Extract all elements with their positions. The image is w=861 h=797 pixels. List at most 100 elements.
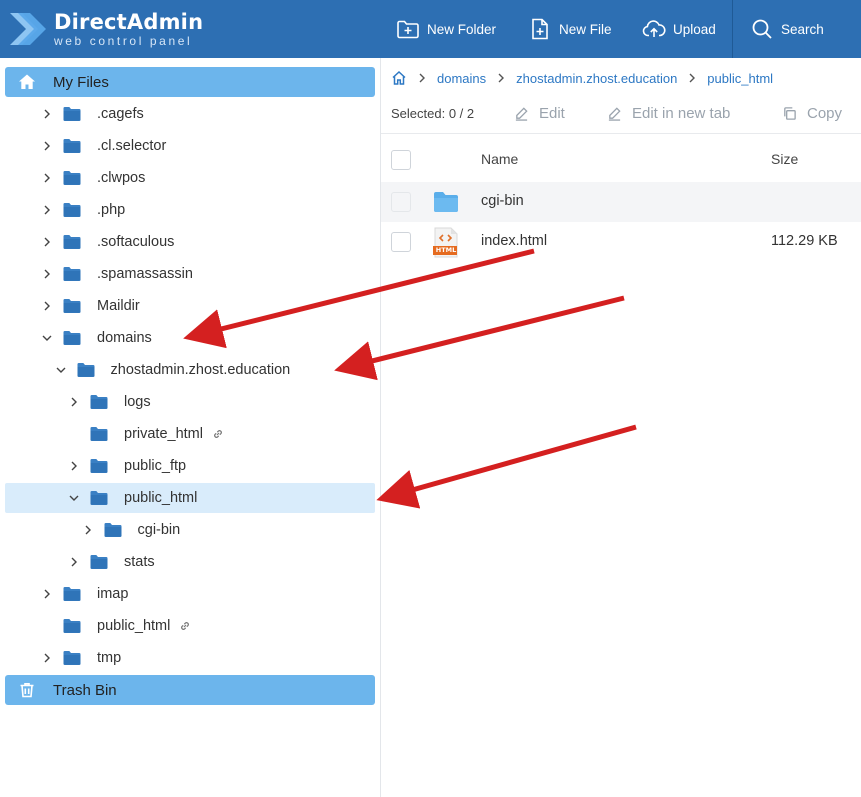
folder-icon <box>90 491 108 505</box>
new-folder-button[interactable]: New Folder <box>396 0 496 58</box>
chevron-right-icon[interactable] <box>41 652 53 664</box>
chevron-down-icon[interactable] <box>41 332 53 344</box>
chevron-right-icon[interactable] <box>41 108 53 120</box>
chevron-down-icon[interactable] <box>68 492 80 504</box>
chevron-right-icon[interactable] <box>68 556 80 568</box>
search-button[interactable]: Search <box>750 0 824 58</box>
breadcrumb-domains[interactable]: domains <box>437 71 486 86</box>
file-row-index-html[interactable]: HTML index.html 112.29 KB <box>381 222 861 262</box>
folder-icon <box>63 203 81 217</box>
trash-bin-item[interactable]: Trash Bin <box>5 675 375 705</box>
chevron-right-icon[interactable] <box>41 588 53 600</box>
breadcrumb-domain-name[interactable]: zhostadmin.zhost.education <box>516 71 677 86</box>
pencil-icon <box>608 107 621 121</box>
chevron-right-icon[interactable] <box>41 172 53 184</box>
file-size: 112.29 KB <box>771 233 838 249</box>
tree-item-label: .cl.selector <box>97 138 167 154</box>
folder-icon <box>63 139 81 153</box>
file-name[interactable]: index.html <box>481 233 547 249</box>
tree-item[interactable]: zhostadmin.zhost.education <box>5 355 375 385</box>
file-row-cgi-bin[interactable]: cgi-bin <box>381 182 861 222</box>
tree-item[interactable]: logs <box>5 387 375 417</box>
folder-icon <box>63 651 81 665</box>
edit-button[interactable]: Edit <box>514 105 565 122</box>
tree-item-label: public_html <box>124 490 198 506</box>
tree-item[interactable]: .cagefs <box>5 99 375 129</box>
folder-plus-icon <box>397 20 419 39</box>
tree-item-label: imap <box>97 586 129 602</box>
logo-chevron-icon <box>10 13 46 45</box>
column-header-size[interactable]: Size <box>771 144 798 174</box>
new-file-label: New File <box>559 21 612 37</box>
selection-count: Selected: 0 / 2 <box>391 106 475 121</box>
directadmin-logo[interactable]: DirectAdmin web control panel <box>8 7 208 51</box>
chevron-right-icon[interactable] <box>41 204 53 216</box>
row-checkbox[interactable] <box>391 232 411 252</box>
row-checkbox[interactable] <box>391 192 411 212</box>
tree-item[interactable]: public_html <box>5 483 375 513</box>
my-files-item[interactable]: My Files <box>5 67 375 97</box>
folder-tree-sidebar: My Files .cagefs .cl.selector .clwpos .php.… <box>0 58 381 797</box>
file-name[interactable]: cgi-bin <box>481 193 524 209</box>
edit-in-new-tab-button[interactable]: Edit in new tab <box>607 105 730 122</box>
folder-icon <box>77 363 94 377</box>
chevron-right-icon[interactable] <box>41 268 53 280</box>
copy-button[interactable]: Copy <box>782 105 842 122</box>
tree-item[interactable]: .spamassassin <box>5 259 375 289</box>
tree-item[interactable]: .softaculous <box>5 227 375 257</box>
link-icon <box>214 430 222 438</box>
folder-icon <box>434 192 458 212</box>
home-icon <box>19 74 35 89</box>
tree-item-label: cgi-bin <box>137 522 181 538</box>
tree-item[interactable]: private_html <box>5 419 375 449</box>
chevron-right-icon[interactable] <box>68 396 80 408</box>
tree-item-label: zhostadmin.zhost.education <box>110 362 291 378</box>
chevron-right-icon[interactable] <box>41 236 53 248</box>
tree-item-label: Maildir <box>97 298 140 314</box>
tree-item[interactable]: public_ftp <box>5 451 375 481</box>
edit-label: Edit <box>539 105 565 122</box>
tree-item-label: tmp <box>97 650 122 666</box>
tree-item[interactable]: Maildir <box>5 291 375 321</box>
chevron-right-icon[interactable] <box>68 460 80 472</box>
tree-item[interactable]: cgi-bin <box>5 515 375 545</box>
new-file-button[interactable]: New File <box>528 0 612 58</box>
link-icon <box>181 622 189 630</box>
chevron-down-icon[interactable] <box>55 364 67 376</box>
tree-item-label: domains <box>97 330 152 346</box>
home-icon[interactable] <box>391 70 407 86</box>
chevron-right-icon[interactable] <box>82 524 94 536</box>
breadcrumb-public-html[interactable]: public_html <box>707 71 773 86</box>
trash-icon <box>20 683 34 698</box>
upload-button[interactable]: Upload <box>642 0 716 58</box>
tree-item[interactable]: tmp <box>5 643 375 673</box>
column-header-name[interactable]: Name <box>481 144 518 174</box>
file-toolbar: Selected: 0 / 2 Edit Edit in new tab Cop… <box>381 94 861 134</box>
tree-item[interactable]: .php <box>5 195 375 225</box>
select-all-checkbox[interactable] <box>391 150 411 170</box>
pencil-icon <box>515 107 528 121</box>
header-divider <box>732 0 733 58</box>
my-files-label: My Files <box>53 73 109 91</box>
breadcrumb: domains zhostadmin.zhost.education publi… <box>391 68 773 88</box>
file-list-panel: domains zhostadmin.zhost.education publi… <box>381 58 861 797</box>
folder-icon <box>63 235 81 249</box>
tree-item[interactable]: imap <box>5 579 375 609</box>
tree-item[interactable]: stats <box>5 547 375 577</box>
folder-icon <box>63 171 81 185</box>
tree-item[interactable]: .cl.selector <box>5 131 375 161</box>
chevron-right-icon[interactable] <box>41 300 53 312</box>
folder-icon <box>63 267 81 281</box>
tree-item-label: .softaculous <box>97 234 175 250</box>
tree-item[interactable]: domains <box>5 323 375 353</box>
logo-title: DirectAdmin <box>54 9 204 34</box>
tree-item-label: .cagefs <box>97 106 144 122</box>
copy-icon <box>784 107 796 120</box>
tree-item-label: private_html <box>124 426 203 442</box>
folder-icon <box>104 523 121 537</box>
folder-icon <box>90 395 108 409</box>
tree-item[interactable]: .clwpos <box>5 163 375 193</box>
tree-item[interactable]: public_html <box>5 611 375 641</box>
top-bar: DirectAdmin web control panel New Folder… <box>0 0 861 58</box>
chevron-right-icon[interactable] <box>41 140 53 152</box>
